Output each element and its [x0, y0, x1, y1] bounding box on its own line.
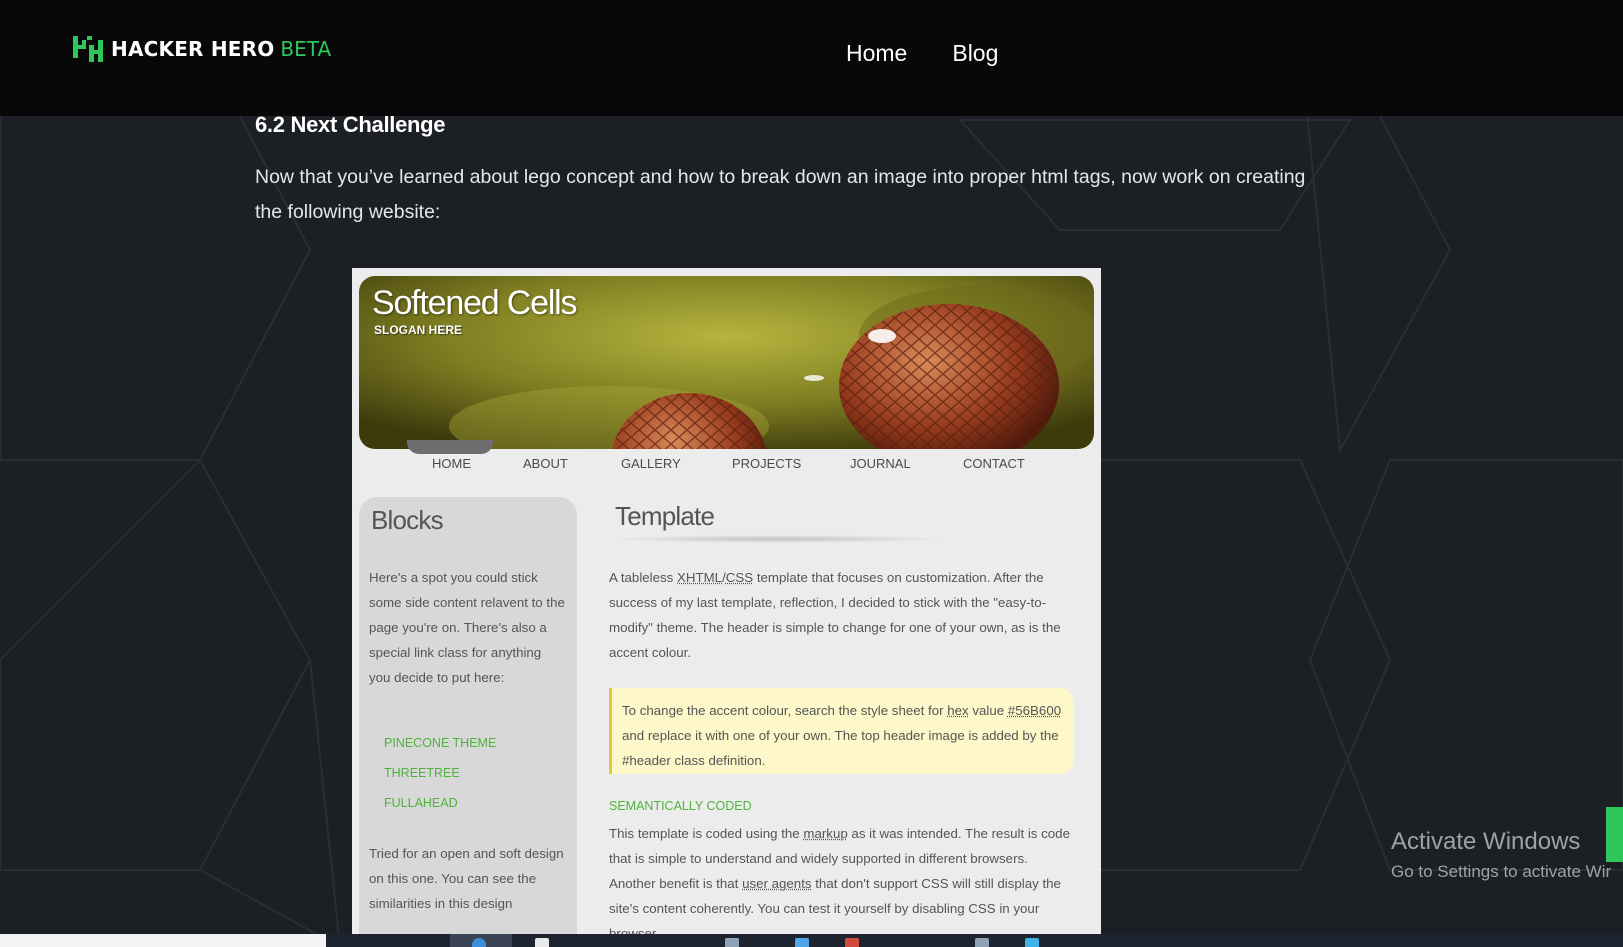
main-paragraph-2: This template is coded using the markup … [609, 821, 1071, 936]
sidebar-link-pinecone: PINECONE THEME [384, 736, 497, 750]
activate-windows-subtitle: Go to Settings to activate Wir [1391, 862, 1612, 881]
brand-logo[interactable]: HACKER HERO BETA [73, 36, 331, 62]
browser-taskbar-icon[interactable] [472, 938, 486, 947]
example-sidebar: Blocks Here's a spot you could stick som… [359, 497, 577, 936]
hex-code: #56B600 [1007, 703, 1062, 718]
example-website-screenshot: Softened Cells SLOGAN HERE HOME ABOUT GA… [352, 268, 1101, 936]
top-navbar: HACKER HERO BETA Home Blog [0, 0, 1623, 116]
sidebar-title: Blocks [371, 505, 444, 535]
main-nav: Home Blog [846, 40, 998, 67]
example-menu-about: ABOUT [523, 456, 568, 471]
app-taskbar-icon[interactable] [725, 938, 739, 947]
p2-text-a: This template is coded using the [609, 826, 804, 841]
green-side-tab[interactable] [1606, 807, 1623, 862]
activate-windows-title: Activate Windows [1391, 828, 1581, 855]
activate-windows-watermark: Activate Windows Go to Settings to activ… [1391, 828, 1611, 882]
note-text-b: value [968, 703, 1008, 718]
sidebar-link-threetree: THREETREE [384, 766, 460, 780]
file-taskbar-icon[interactable] [535, 938, 549, 947]
sidebar-text-2: Tried for an open and soft design on thi… [369, 846, 564, 911]
user-agents-abbr: user agents [742, 876, 812, 891]
taskbar-search-box[interactable] [0, 934, 326, 947]
example-menu-gallery: GALLERY [621, 456, 681, 471]
sidebar-text: Here's a spot you could stick some side … [369, 570, 565, 685]
nav-blog-link[interactable]: Blog [952, 40, 998, 67]
css-abbr: CSS [725, 570, 754, 585]
example-menu-contact: CONTACT [963, 456, 1025, 471]
app3-taskbar-icon[interactable] [975, 938, 989, 947]
example-menu-home: HOME [432, 456, 471, 471]
note-text-c: and replace it with one of your own. The… [622, 728, 1059, 768]
hacker-hero-logo-icon [73, 36, 103, 62]
active-tab-indicator [407, 440, 493, 454]
note-text: To change the accent colour, search the … [622, 698, 1067, 773]
sidebar-link-fullahead: FULLAHEAD [384, 796, 458, 810]
example-site-slogan: SLOGAN HERE [374, 323, 463, 337]
windows-taskbar [0, 934, 1623, 947]
main-title: Template [615, 501, 715, 531]
example-site-menu: HOME ABOUT GALLERY PROJECTS JOURNAL CONT… [432, 456, 1025, 471]
p1-text-a: A tableless [609, 570, 678, 585]
markup-abbr: markup [803, 826, 848, 841]
app4-taskbar-icon[interactable] [1025, 938, 1039, 947]
example-site-title: Softened Cells [372, 284, 578, 322]
main-paragraph-1: A tableless XHTML/CSS template that focu… [609, 565, 1069, 665]
example-menu-projects: PROJECTS [732, 456, 802, 471]
intro-paragraph: Now that you’ve learned about lego conce… [255, 166, 1306, 223]
accent-colour-note: To change the accent colour, search the … [609, 688, 1074, 774]
sidebar-links: PINECONE THEME THREETREE FULLAHEAD [384, 732, 496, 822]
brand-beta-tag: BETA [280, 37, 332, 61]
example-menu-journal: JOURNAL [850, 456, 911, 471]
hex-abbr: hex [947, 703, 969, 718]
section-heading: 6.2 Next Challenge [255, 112, 446, 137]
app2-taskbar-icon[interactable] [845, 938, 859, 947]
example-header-banner: Softened Cells SLOGAN HERE [359, 276, 1094, 449]
title-underline-shadow [607, 535, 947, 543]
note-text-a: To change the accent colour, search the … [622, 703, 948, 718]
brand-name: HACKER HERO [111, 37, 275, 61]
nav-home-link[interactable]: Home [846, 40, 907, 67]
xhtml-abbr: XHTML [677, 570, 723, 585]
edge-taskbar-icon[interactable] [795, 938, 809, 947]
semantically-coded-heading: SEMANTICALLY CODED [609, 799, 752, 813]
